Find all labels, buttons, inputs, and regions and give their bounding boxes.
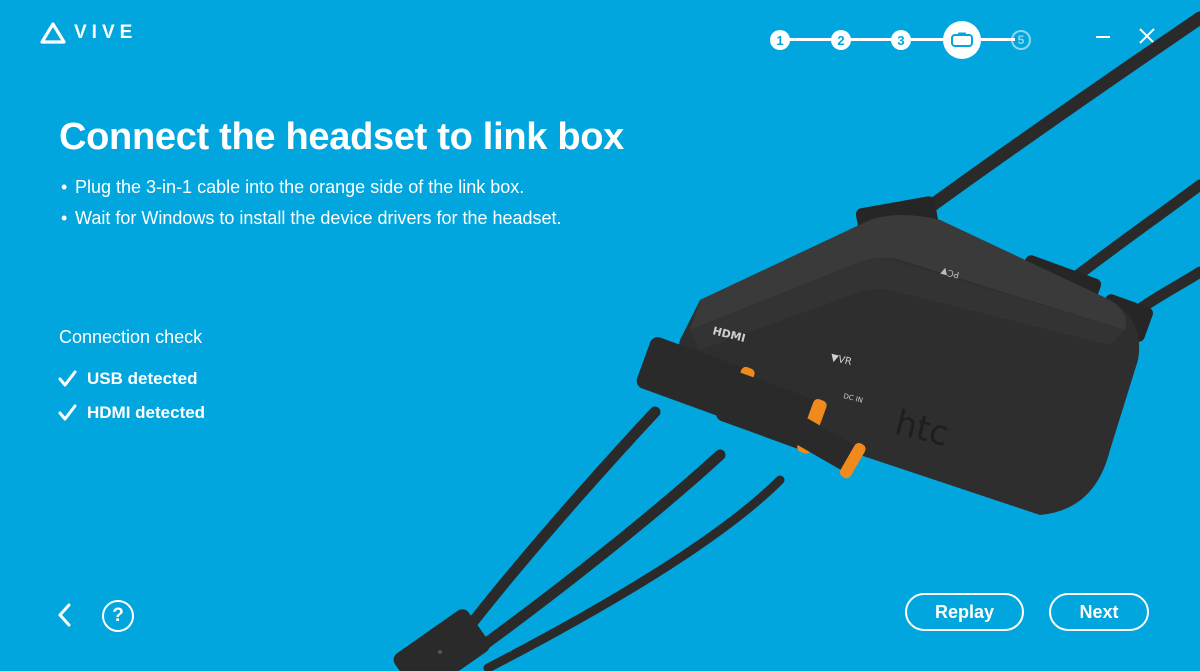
replay-button[interactable]: Replay [905,593,1024,631]
checkmark-icon [58,370,77,387]
check-item-label: USB detected [87,369,198,388]
vive-logo-icon [40,22,66,44]
connection-check-title: Connection check [59,327,203,347]
connection-check-list: USB detected HDMI detected [58,367,205,435]
next-button[interactable]: Next [1049,593,1149,631]
checkmark-icon [58,404,77,421]
help-button[interactable]: ? [102,600,134,632]
back-button[interactable] [52,602,76,628]
check-item-hdmi: HDMI detected [58,401,205,425]
check-item-label: HDMI detected [87,403,206,422]
check-item-usb: USB detected [58,367,205,391]
chevron-left-icon [58,603,71,627]
logo-text: VIVE [74,22,138,43]
vive-logo: VIVE [40,22,137,44]
link-box-illustration: htc ▼VR HDMI DC IN PC▼ [393,11,1200,671]
